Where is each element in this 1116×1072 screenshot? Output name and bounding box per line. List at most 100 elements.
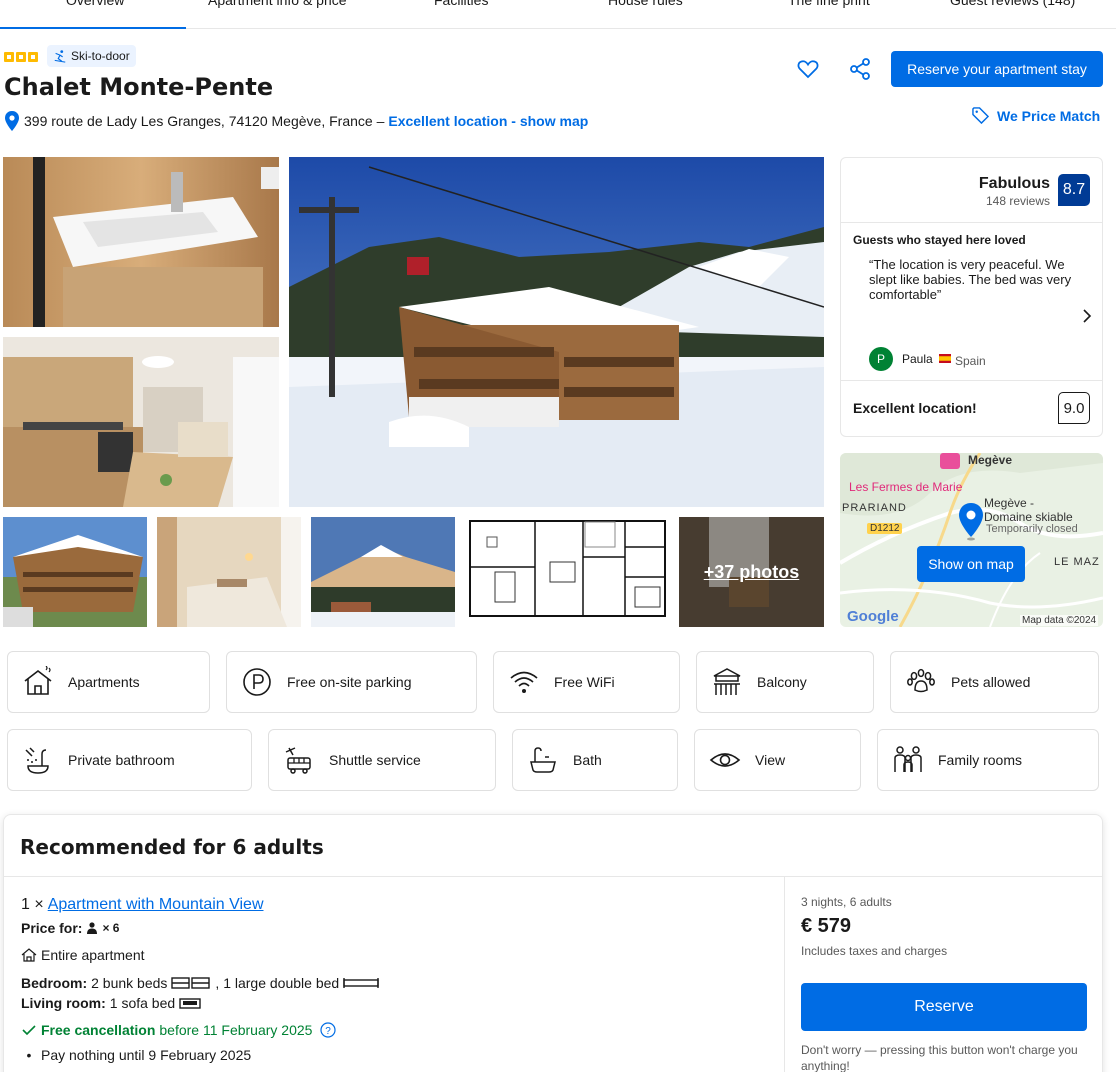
facility-label: Bath [573, 752, 602, 768]
skier-icon [54, 50, 66, 63]
facility-view: View [694, 729, 861, 791]
person-icon [87, 922, 98, 934]
more-photos-label: +37 photos [679, 517, 824, 627]
photo-mountain-view[interactable] [311, 517, 455, 627]
taxes-note: Includes taxes and charges [801, 944, 948, 958]
no-charge-note: Don't worry — pressing this button won't… [801, 1043, 1078, 1072]
tab-house-rules[interactable]: House rules [608, 0, 683, 8]
address-line: 399 route de Lady Les Granges, 74120 Meg… [4, 111, 588, 131]
heart-icon[interactable] [796, 57, 820, 81]
facility-label: Family rooms [938, 752, 1023, 768]
facility-label: Free on-site parking [287, 674, 412, 690]
chevron-right-icon[interactable] [1081, 308, 1093, 324]
facility-apartments: Apartments [7, 651, 210, 713]
tab-guest-reviews[interactable]: Guest reviews (148) [950, 0, 1075, 8]
facility-label: Pets allowed [951, 674, 1031, 690]
map-label-domaine1: Megève - [984, 496, 1035, 510]
free-cancellation-line: Free cancellation before 11 February 202… [21, 1022, 337, 1038]
reviewer-country: Spain [955, 354, 986, 368]
pay-nothing-label: Pay nothing until 9 February 2025 [41, 1047, 252, 1063]
photo-floor-plan[interactable] [465, 517, 669, 627]
review-summary-card: Fabulous 148 reviews 8.7 Guests who stay… [840, 157, 1103, 437]
photo-bedroom[interactable] [157, 517, 301, 627]
recommended-title: Recommended for 6 adults [20, 835, 324, 859]
facility-bath: Bath [512, 729, 678, 791]
tab-facilities[interactable]: Facilities [434, 0, 488, 8]
ski-to-door-badge: Ski-to-door [47, 45, 136, 67]
tab-overview[interactable]: Overview [66, 0, 124, 8]
tab-apartment-info[interactable]: Apartment info & price [208, 0, 347, 8]
bedroom-label: Bedroom: [21, 975, 88, 991]
shower-icon [25, 747, 49, 774]
map-label-road: D1212 [867, 523, 903, 534]
show-on-map-button[interactable]: Show on map [917, 546, 1025, 582]
map-label-prariand: PRARIAND [842, 502, 907, 514]
divider [784, 876, 785, 1072]
share-icon[interactable] [848, 57, 872, 81]
free-cancellation-label: Free cancellation [41, 1022, 156, 1038]
entire-apartment-label: Entire apartment [41, 947, 145, 963]
apartment-link[interactable]: Apartment with Mountain View [48, 896, 264, 914]
facility-private-bathroom: Private bathroom [7, 729, 252, 791]
divider [4, 876, 1102, 877]
total-price: € 579 [801, 915, 852, 937]
photo-more[interactable]: +37 photos [679, 517, 824, 627]
living-room-line: Living room: 1 sofa bed [21, 995, 201, 1011]
star-icon [28, 52, 38, 62]
show-map-link[interactable]: Excellent location - show map [388, 113, 588, 129]
price-for-label: Price for: [21, 920, 83, 936]
bath-icon [530, 747, 556, 773]
review-count[interactable]: 148 reviews [986, 194, 1050, 208]
photo-chalet-main[interactable] [289, 157, 824, 507]
facility-label: Shuttle service [329, 752, 421, 768]
review-quote: “The location is very peaceful. We slept… [869, 257, 1072, 302]
parking-icon [243, 668, 271, 696]
cancellation-date: before 11 February 2025 [159, 1022, 313, 1038]
star-rating [4, 52, 38, 62]
bullet: • [26, 1047, 32, 1063]
reserve-button[interactable]: Reserve [801, 983, 1087, 1031]
living-room-label: Living room: [21, 995, 106, 1011]
svg-text:?: ? [326, 1026, 332, 1037]
map-label-lemaz: LE MAZ [1054, 556, 1100, 568]
reviewer-name: Paula [902, 352, 933, 366]
house-icon [24, 666, 52, 695]
avatar: P [869, 347, 893, 371]
section-tabs: Overview Apartment info & price Faciliti… [0, 0, 1116, 29]
facility-balcony: Balcony [696, 651, 874, 713]
checkmark-icon [22, 1025, 36, 1036]
balcony-icon [713, 668, 741, 695]
google-logo: Google [847, 608, 899, 625]
bedroom-value-2: , 1 large double bed [215, 975, 340, 991]
nights-summary: 3 nights, 6 adults [801, 895, 892, 909]
bedroom-line: Bedroom: 2 bunk beds , 1 large double be… [21, 975, 379, 991]
review-rating-label: Fabulous [978, 175, 1050, 192]
price-match-label: We Price Match [997, 107, 1101, 124]
paw-icon [907, 668, 935, 693]
star-icon [4, 52, 14, 62]
info-icon[interactable]: ? [320, 1022, 337, 1038]
recommended-box: Recommended for 6 adults 1 × Apartment w… [3, 814, 1103, 1072]
map-label-closed: Temporarily closed [986, 523, 1078, 535]
tab-fine-print[interactable]: The fine print [788, 0, 870, 8]
pay-nothing-line: • Pay nothing until 9 February 2025 [21, 1047, 252, 1063]
apartment-line: 1 × Apartment with Mountain View [21, 896, 264, 914]
map-data-credit: Map data ©2024 [1020, 615, 1099, 626]
location-map[interactable]: Megève Les Fermes de Marie PRARIAND D121… [840, 453, 1103, 627]
divider [841, 222, 1102, 223]
location-rating-label: Excellent location! [853, 400, 977, 416]
facility-label: View [755, 752, 786, 768]
facility-label: Private bathroom [68, 752, 175, 768]
star-icon [16, 52, 26, 62]
reserve-stay-button[interactable]: Reserve your apartment stay [891, 51, 1103, 87]
bedroom-value: 2 bunk beds [91, 975, 168, 991]
map-label-megeve: Megève [968, 453, 1013, 467]
price-match-link[interactable]: We Price Match [972, 107, 1100, 124]
photo-bathroom-sink[interactable] [3, 157, 279, 327]
photo-kitchen-living[interactable] [3, 337, 279, 507]
facility-shuttle: Shuttle service [268, 729, 496, 791]
photo-chalet-exterior[interactable] [3, 517, 147, 627]
guests-loved-heading: Guests who stayed here loved [853, 233, 1026, 247]
eye-icon [709, 753, 741, 767]
bunk-bed-icon [171, 977, 211, 989]
